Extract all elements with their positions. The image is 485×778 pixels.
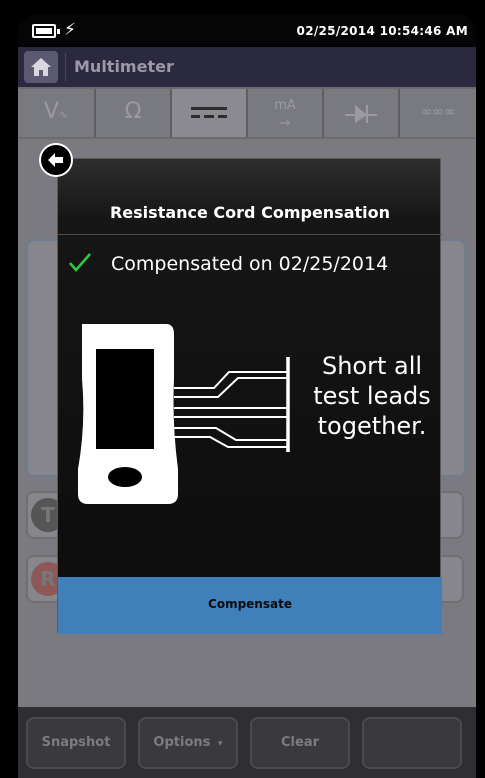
tab-thermocouple[interactable]: ∞∞∞ (400, 89, 476, 137)
compensation-dialog: Resistance Cord Compensation Compensated… (57, 158, 442, 634)
tab-ac-voltage[interactable]: V∿ (18, 89, 96, 137)
compensation-status: Compensated on 02/25/2014 (111, 253, 389, 275)
thermocouple-icon: ∞∞∞ (420, 104, 456, 120)
battery-icon (32, 24, 60, 38)
instruction-text: Short all test leads together. (313, 352, 431, 440)
resistance-icon: Ω (124, 99, 142, 124)
blank-softkey[interactable] (362, 717, 462, 769)
snapshot-button[interactable]: Snapshot (26, 717, 126, 769)
bottom-toolbar: Snapshot Options ▾ Clear (18, 707, 476, 778)
dc-icon (191, 107, 227, 118)
tab-resistance[interactable]: Ω (96, 89, 172, 137)
milliamp-icon: mA (274, 98, 296, 113)
charging-bolt-icon: ⚡ (64, 20, 76, 40)
options-label: Options (153, 735, 211, 750)
tab-dc[interactable] (172, 89, 248, 137)
dialog-divider (58, 234, 442, 235)
ac-voltage-icon: V (43, 99, 59, 124)
compensate-button[interactable]: Compensate (58, 577, 442, 634)
home-button[interactable] (24, 51, 58, 83)
status-bar: ⚡ 02/25/2014 10:54:46 AM (18, 15, 476, 47)
title-divider (65, 53, 66, 81)
clear-button[interactable]: Clear (250, 717, 350, 769)
back-button[interactable] (39, 143, 73, 177)
options-button[interactable]: Options ▾ (138, 717, 238, 769)
title-bar: Multimeter (18, 47, 476, 87)
tab-milliamp[interactable]: mA → (248, 89, 324, 137)
home-icon (31, 58, 51, 76)
checkmark-icon (69, 253, 91, 272)
tab-diode[interactable] (324, 89, 400, 137)
meter-leads-illustration-icon (78, 324, 290, 504)
function-tabs: V∿ Ω mA → ∞∞∞ (18, 87, 476, 139)
diode-icon (345, 105, 377, 123)
dialog-title: Resistance Cord Compensation (109, 203, 391, 222)
status-datetime: 02/25/2014 10:54:46 AM (296, 24, 468, 38)
back-arrow-icon (48, 153, 63, 167)
chevron-down-icon: ▾ (214, 739, 223, 749)
app-title: Multimeter (74, 57, 174, 76)
